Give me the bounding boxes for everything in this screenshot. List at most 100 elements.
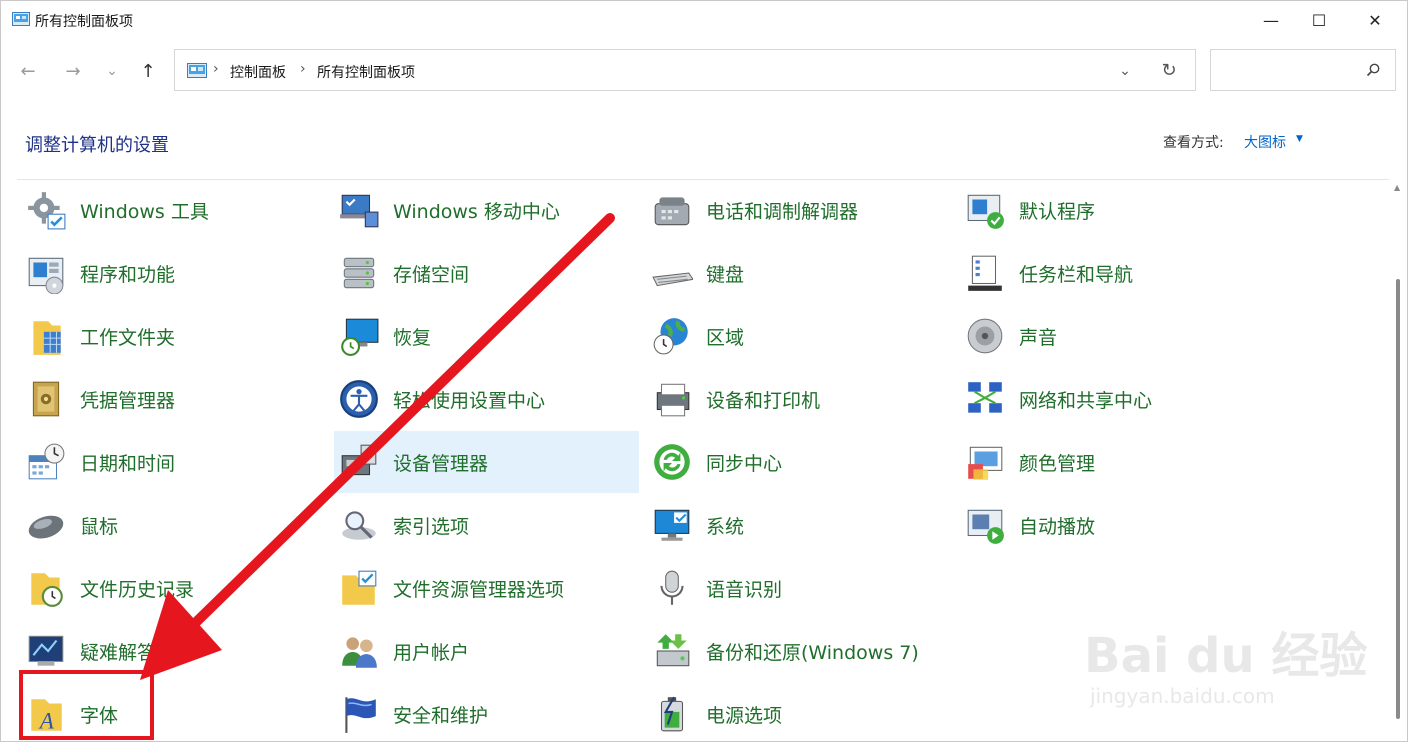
control-panel-item[interactable]: 文件历史记录: [21, 557, 326, 619]
up-button[interactable]: ↑: [134, 57, 162, 85]
control-panel-item[interactable]: 凭据管理器: [21, 368, 326, 430]
region-globe-icon: [653, 318, 688, 355]
view-by-dropdown[interactable]: 大图标: [1244, 132, 1286, 152]
device-manager-icon: [341, 444, 377, 476]
phone-modem-icon: [654, 197, 690, 226]
breadcrumb-separator: ›: [300, 61, 306, 77]
control-panel-item-label: 默认程序: [1019, 200, 1096, 223]
explorer-options-icon: [342, 570, 377, 605]
control-panel-item[interactable]: 恢复: [334, 305, 639, 367]
control-panel-item[interactable]: Windows 移动中心: [334, 179, 639, 241]
control-panel-item[interactable]: 任务栏和导航: [960, 242, 1265, 304]
control-panel-item[interactable]: 颜色管理: [960, 431, 1265, 493]
control-panel-item[interactable]: 设备管理器: [334, 431, 639, 493]
control-panel-item[interactable]: 键盘: [647, 242, 952, 304]
control-panel-item[interactable]: 电话和调制解调器: [647, 179, 952, 241]
view-by-label: 查看方式:: [1163, 135, 1224, 151]
default-programs-icon: [967, 194, 1004, 229]
control-panel-item-label: 颜色管理: [1019, 452, 1096, 475]
address-bar[interactable]: › 控制面板 › 所有控制面板项 ⌄ ↻: [174, 49, 1196, 91]
control-panel-item-label: 文件资源管理器选项: [393, 578, 565, 601]
control-panel-item-label: 电话和调制解调器: [706, 200, 859, 223]
control-panel-item-label: 网络和共享中心: [1019, 389, 1153, 412]
back-button[interactable]: ←: [14, 57, 42, 85]
refresh-icon[interactable]: ↻: [1157, 58, 1181, 82]
control-panel-item[interactable]: 声音: [960, 305, 1265, 367]
control-panel-item[interactable]: 语音识别: [647, 557, 952, 619]
gear-tools-icon: [28, 192, 66, 230]
control-panel-item[interactable]: 设备和打印机: [647, 368, 952, 430]
control-panel-item[interactable]: 用户帐户: [334, 620, 639, 682]
control-panel-icon: [12, 12, 30, 26]
backup-icon: [656, 634, 690, 667]
control-panel-item[interactable]: 同步中心: [647, 431, 952, 493]
control-panel-item-label: 设备和打印机: [706, 389, 821, 412]
control-panel-item[interactable]: 鼠标: [21, 494, 326, 556]
control-panel-icon: [187, 63, 207, 78]
close-button[interactable]: ✕: [1351, 1, 1399, 39]
control-panel-item-label: 系统: [706, 515, 745, 538]
control-panel-item[interactable]: Windows 工具: [21, 179, 326, 241]
control-panel-item-label: 键盘: [706, 263, 745, 286]
scroll-thumb[interactable]: [1396, 279, 1400, 719]
vertical-scrollbar[interactable]: ▲: [1389, 181, 1407, 741]
search-input[interactable]: [1219, 58, 1363, 84]
maximize-button[interactable]: ☐: [1295, 1, 1343, 39]
microphone-icon: [660, 570, 684, 605]
search-icon[interactable]: [1365, 62, 1381, 78]
forward-button[interactable]: →: [59, 57, 87, 85]
caret-down-icon[interactable]: ▼: [1296, 134, 1303, 144]
control-panel-item-label: 电源选项: [706, 704, 783, 727]
minimize-button[interactable]: —: [1247, 1, 1295, 39]
control-panel-item[interactable]: 备份和还原(Windows 7): [647, 620, 952, 682]
work-folders-icon: [33, 321, 61, 355]
breadcrumb-control-panel[interactable]: 控制面板: [230, 62, 286, 82]
control-panel-item-label: 语音识别: [706, 578, 783, 601]
control-panel-item[interactable]: 轻松使用设置中心: [334, 368, 639, 430]
control-panel-item-label: 疑难解答: [80, 641, 157, 664]
control-panel-item-label: 自动播放: [1019, 515, 1096, 538]
chevron-down-icon[interactable]: ⌄: [1113, 59, 1137, 83]
highlight-box: [19, 670, 154, 740]
storage-spaces-icon: [343, 257, 375, 289]
control-panel-item[interactable]: 默认程序: [960, 179, 1265, 241]
control-panel-item[interactable]: 自动播放: [960, 494, 1265, 556]
user-accounts-icon: [342, 637, 377, 668]
control-panel-item[interactable]: 程序和功能: [21, 242, 326, 304]
mouse-icon: [28, 515, 64, 539]
control-panel-item-label: Windows 移动中心: [393, 200, 560, 223]
control-panel-item[interactable]: 安全和维护: [334, 683, 639, 741]
sync-icon: [654, 444, 690, 480]
window-title: 所有控制面板项: [35, 14, 133, 30]
control-panel-item[interactable]: 系统: [647, 494, 952, 556]
control-panel-item[interactable]: 电源选项: [647, 683, 952, 741]
scroll-up-arrow-icon[interactable]: ▲: [1394, 183, 1400, 192]
control-panel-item[interactable]: 工作文件夹: [21, 305, 326, 367]
control-panel-item-label: 同步中心: [706, 452, 783, 475]
control-panel-item[interactable]: 网络和共享中心: [960, 368, 1265, 430]
control-panel-item[interactable]: 日期和时间: [21, 431, 326, 493]
calendar-clock-icon: [28, 443, 65, 480]
control-panel-item[interactable]: 存储空间: [334, 242, 639, 304]
page-title: 调整计算机的设置: [25, 135, 169, 156]
control-panel-item-label: 轻松使用设置中心: [393, 389, 546, 412]
control-panel-item-label: 工作文件夹: [80, 326, 176, 349]
recent-locations-button[interactable]: ⌄: [98, 57, 126, 85]
control-panel-item[interactable]: 文件资源管理器选项: [334, 557, 639, 619]
control-panel-item[interactable]: 区域: [647, 305, 952, 367]
search-box[interactable]: [1210, 49, 1396, 91]
breadcrumb-all-items[interactable]: 所有控制面板项: [317, 62, 415, 82]
control-panel-item-label: 区域: [706, 326, 745, 349]
ease-of-access-icon: [340, 380, 378, 418]
security-flag-icon: [345, 697, 376, 733]
network-icon: [968, 382, 1002, 413]
taskbar-icon: [968, 255, 1002, 291]
control-panel-item-label: 声音: [1019, 326, 1058, 349]
speaker-icon: [967, 318, 1003, 354]
control-panel-item-label: 文件历史记录: [80, 578, 195, 601]
control-panel-item-label: 备份和还原(Windows 7): [706, 641, 919, 664]
indexing-icon: [342, 511, 376, 540]
control-panel-item-label: 索引选项: [393, 515, 470, 538]
keyboard-icon: [652, 272, 693, 287]
control-panel-item[interactable]: 索引选项: [334, 494, 639, 556]
